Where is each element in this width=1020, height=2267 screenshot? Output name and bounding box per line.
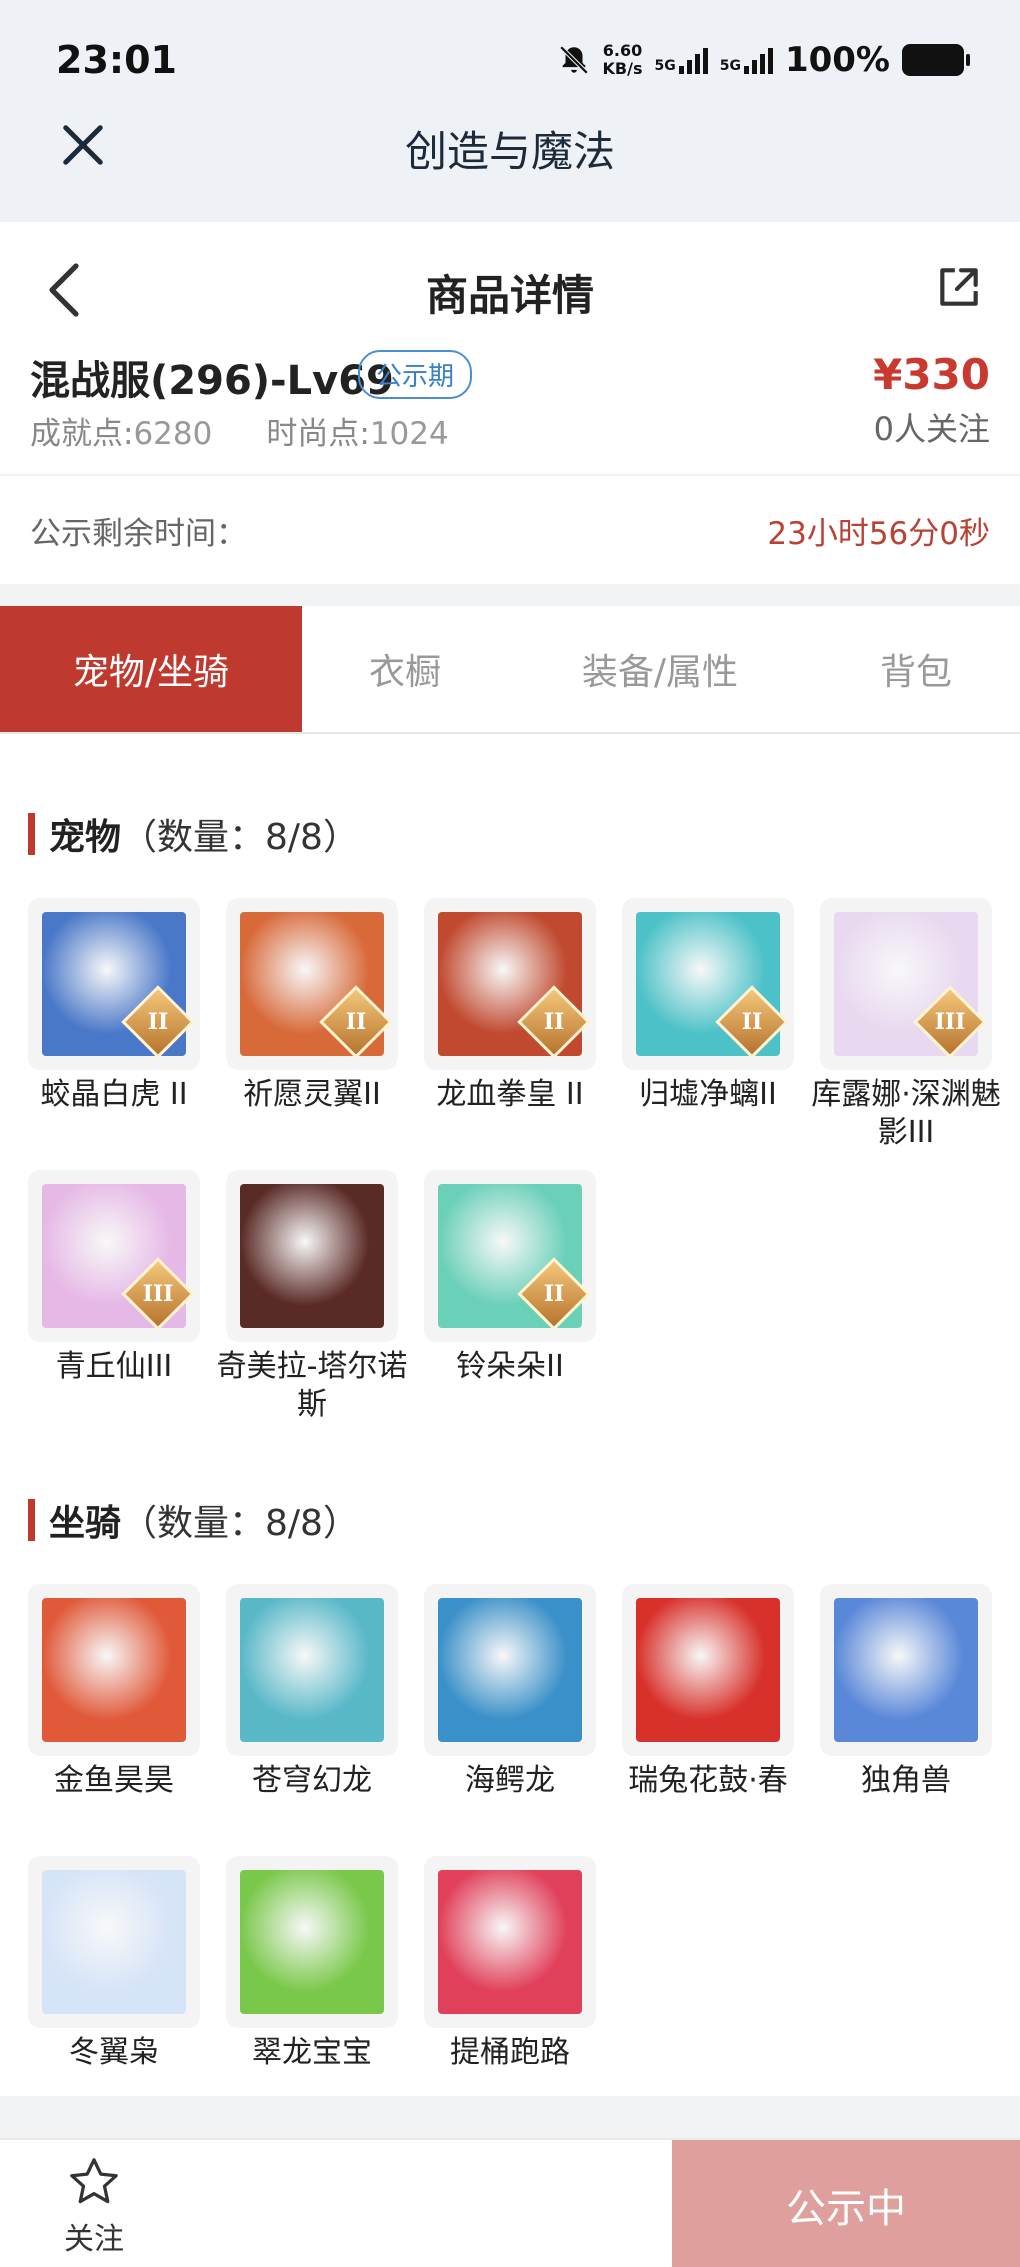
pet-image bbox=[240, 1184, 384, 1328]
pet-item[interactable]: 奇美拉-塔尔诺斯 bbox=[217, 1170, 407, 1424]
pet-item[interactable]: II 祈愿灵翼II bbox=[226, 898, 398, 1114]
tab-equipment[interactable]: 装备/属性 bbox=[508, 606, 812, 732]
timer-label: 公示剩余时间： bbox=[30, 516, 247, 552]
timer-value: 23小时56分0秒 bbox=[767, 516, 990, 552]
battery-icon bbox=[902, 44, 970, 76]
pet-thumbnail: II bbox=[28, 898, 200, 1070]
pet-thumbnail bbox=[226, 1170, 398, 1342]
pet-name: 归墟净螭II bbox=[639, 1077, 777, 1112]
pet-name: 龙血拳皇 II bbox=[436, 1077, 584, 1112]
network-speed: 6.60 KB/s bbox=[602, 41, 643, 78]
pet-thumbnail: III bbox=[820, 898, 992, 1070]
mount-name: 提桶跑路 bbox=[450, 2035, 570, 2070]
mount-item[interactable]: 冬翼枭 bbox=[28, 1856, 200, 2072]
public-status-button[interactable]: 公示中 bbox=[672, 2140, 1020, 2267]
mount-image bbox=[240, 1598, 384, 1742]
tab-backpack[interactable]: 背包 bbox=[812, 606, 1020, 732]
share-icon[interactable] bbox=[934, 262, 984, 312]
mount-name: 瑞兔花鼓·春 bbox=[628, 1763, 788, 1798]
product-header-card: 商品详情 混战服(296)-Lv69 公示期 ¥330 成就点:6280 时尚点:… bbox=[0, 222, 1020, 474]
pet-thumbnail: II bbox=[226, 898, 398, 1070]
mount-name: 独角兽 bbox=[861, 1763, 951, 1798]
mounts-section-title: 坐骑 （数量：8/8） bbox=[28, 1494, 359, 1546]
mount-image bbox=[240, 1870, 384, 2014]
mount-thumbnail bbox=[424, 1856, 596, 2028]
signal-2-icon: 5G bbox=[720, 46, 773, 74]
category-tabs: 宠物/坐骑 衣橱 装备/属性 背包 bbox=[0, 606, 1020, 734]
pet-name: 铃朵朵II bbox=[456, 1349, 564, 1384]
signal-1-icon: 5G bbox=[654, 46, 708, 74]
price: ¥330 bbox=[873, 350, 990, 399]
pet-item[interactable]: II 铃朵朵II bbox=[424, 1170, 596, 1386]
mount-thumbnail bbox=[28, 1856, 200, 2028]
mount-item[interactable]: 金鱼昊昊 bbox=[28, 1584, 200, 1800]
stats-line: 成就点:6280 时尚点:1024 bbox=[30, 416, 449, 452]
mount-name: 冬翼枭 bbox=[69, 2035, 159, 2070]
mount-item[interactable]: 海鳄龙 bbox=[424, 1584, 596, 1800]
server-name: 混战服(296)-Lv69 bbox=[30, 358, 394, 404]
mount-image bbox=[438, 1870, 582, 2014]
mount-thumbnail bbox=[226, 1584, 398, 1756]
status-badge: 公示期 bbox=[358, 350, 473, 399]
pets-mounts-panel: 宠物 （数量：8/8） II 蛟晶白虎 II II 祈愿灵翼II II 龙血拳皇 II II… bbox=[0, 734, 1020, 2096]
app-title: 创造与魔法 bbox=[404, 127, 615, 176]
mount-name: 翠龙宝宝 bbox=[252, 2035, 372, 2070]
mount-image bbox=[42, 1870, 186, 2014]
achievement-value: 6280 bbox=[133, 416, 213, 452]
follow-button[interactable]: 关注 bbox=[44, 2154, 144, 2258]
pet-thumbnail: III bbox=[28, 1170, 200, 1342]
mount-name: 金鱼昊昊 bbox=[54, 1763, 174, 1798]
pets-section-title: 宠物 （数量：8/8） bbox=[28, 808, 359, 860]
mount-item[interactable]: 提桶跑路 bbox=[424, 1856, 596, 2072]
pet-item[interactable]: II 龙血拳皇 II bbox=[424, 898, 596, 1114]
tab-pets-mounts[interactable]: 宠物/坐骑 bbox=[0, 606, 302, 732]
pet-thumbnail: II bbox=[622, 898, 794, 1070]
mount-item[interactable]: 独角兽 bbox=[820, 1584, 992, 1800]
mount-item[interactable]: 苍穹幻龙 bbox=[226, 1584, 398, 1800]
status-icons: 6.60 KB/s 5G 5G 100% bbox=[557, 40, 970, 80]
follower-count: 0人关注 bbox=[873, 410, 990, 448]
battery-level: 100% bbox=[784, 40, 890, 80]
pet-name: 青丘仙III bbox=[55, 1349, 173, 1384]
pet-item[interactable]: III 青丘仙III bbox=[28, 1170, 200, 1386]
page-title: 商品详情 bbox=[425, 271, 594, 320]
mount-name: 苍穹幻龙 bbox=[252, 1763, 372, 1798]
pet-item[interactable]: III 库露娜·深渊魅影III bbox=[811, 898, 1001, 1152]
pet-name: 奇美拉-塔尔诺斯 bbox=[216, 1349, 408, 1422]
mount-image bbox=[636, 1598, 780, 1742]
pet-item[interactable]: II 归墟净螭II bbox=[622, 898, 794, 1114]
mount-thumbnail bbox=[820, 1584, 992, 1756]
status-time: 23:01 bbox=[56, 38, 177, 82]
fashion-value: 1024 bbox=[369, 416, 449, 452]
star-icon bbox=[70, 2158, 118, 2204]
pet-name: 库露娜·深渊魅影III bbox=[811, 1077, 1001, 1150]
mount-item[interactable]: 翠龙宝宝 bbox=[226, 1856, 398, 2072]
mount-image bbox=[42, 1598, 186, 1742]
tab-wardrobe[interactable]: 衣橱 bbox=[302, 606, 508, 732]
public-timer-card: 公示剩余时间： 23小时56分0秒 bbox=[0, 476, 1020, 584]
pet-name: 蛟晶白虎 II bbox=[40, 1077, 188, 1112]
mount-item[interactable]: 瑞兔花鼓·春 bbox=[622, 1584, 794, 1800]
mount-thumbnail bbox=[424, 1584, 596, 1756]
mount-image bbox=[438, 1598, 582, 1742]
mount-image bbox=[834, 1598, 978, 1742]
mount-thumbnail bbox=[28, 1584, 200, 1756]
bottom-action-bar: 关注 公示中 bbox=[0, 2138, 1020, 2267]
pet-thumbnail: II bbox=[424, 898, 596, 1070]
mount-thumbnail bbox=[622, 1584, 794, 1756]
mount-thumbnail bbox=[226, 1856, 398, 2028]
mute-bell-icon bbox=[559, 45, 588, 75]
app-header-area: 23:01 6.60 KB/s 5G 5G 100% 创造与魔法 bbox=[0, 0, 1020, 222]
pet-name: 祈愿灵翼II bbox=[243, 1077, 381, 1112]
pet-item[interactable]: II 蛟晶白虎 II bbox=[28, 898, 200, 1114]
pet-thumbnail: II bbox=[424, 1170, 596, 1342]
mount-name: 海鳄龙 bbox=[465, 1763, 555, 1798]
